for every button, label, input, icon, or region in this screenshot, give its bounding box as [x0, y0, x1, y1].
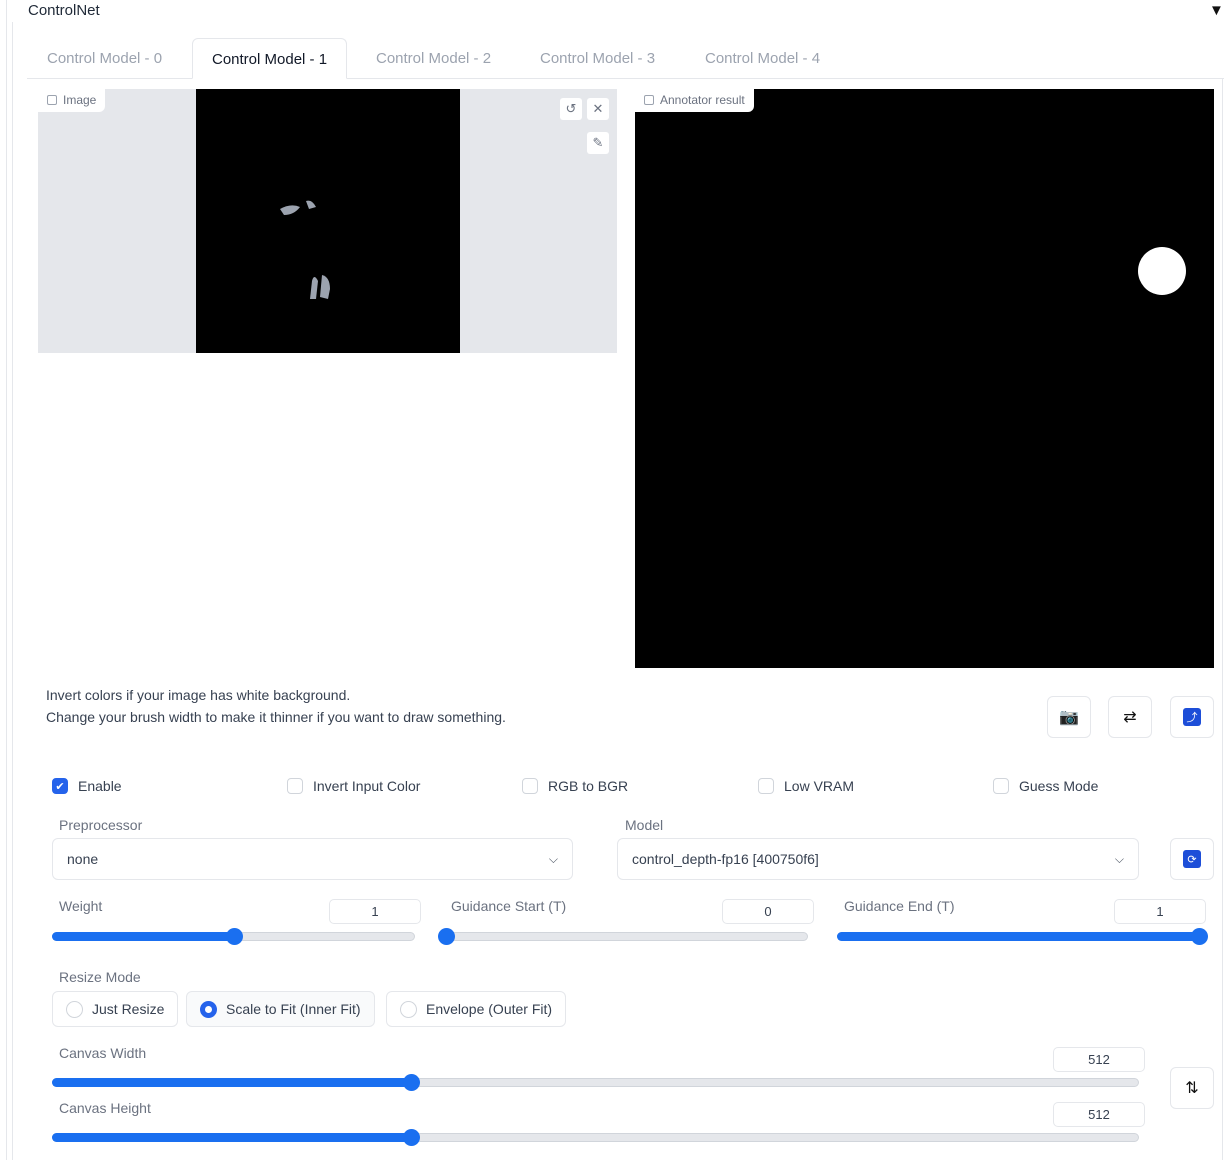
swap-icon: ⇄	[1123, 709, 1137, 726]
slider-thumb[interactable]	[403, 1129, 421, 1146]
checkbox-box	[993, 778, 1009, 794]
preprocessor-select[interactable]: none ⌵	[52, 838, 573, 880]
weight-slider[interactable]	[52, 928, 415, 945]
slider-fill	[837, 932, 1200, 941]
guidance-start-number-input[interactable]: 0	[722, 899, 814, 924]
radio-dot	[400, 1000, 417, 1018]
radio-dot	[66, 1000, 83, 1018]
canvas-height-slider[interactable]	[52, 1129, 1139, 1146]
camera-icon: 📷	[1059, 709, 1079, 726]
tab-control-model-1[interactable]: Control Model - 1	[192, 38, 348, 79]
slider-fill	[52, 932, 235, 941]
preprocessor-value: none	[67, 851, 99, 867]
tab-control-model-0[interactable]: Control Model - 0	[28, 38, 181, 79]
undo-icon[interactable]: ↺	[560, 98, 582, 120]
slider-thumb[interactable]	[438, 928, 455, 945]
canvas-width-slider[interactable]	[52, 1074, 1139, 1091]
weight-number-input[interactable]: 1	[329, 899, 421, 924]
mask-strokes	[280, 200, 330, 299]
preprocessor-label: Preprocessor	[59, 817, 143, 833]
slider-fill	[52, 1078, 413, 1087]
invert-input-color-checkbox[interactable]: Invert Input Color	[287, 778, 420, 794]
swap-dimensions-button[interactable]: ⇅	[1170, 1067, 1214, 1109]
slider-thumb[interactable]	[225, 928, 243, 945]
tab-control-model-3[interactable]: Control Model - 3	[521, 38, 674, 79]
annotator-label-text: Annotator result	[660, 93, 745, 107]
radio-envelope[interactable]: Envelope (Outer Fit)	[386, 991, 567, 1027]
chevron-down-icon: ⌵	[1114, 851, 1124, 866]
image-icon	[644, 95, 654, 105]
outer-border	[6, 0, 7, 1160]
brush-icon[interactable]: ✎	[587, 132, 609, 154]
annotator-circle	[1138, 247, 1186, 295]
model-value: control_depth-fp16 [400750f6]	[632, 851, 819, 867]
guidance-start-slider[interactable]	[438, 928, 808, 945]
guidance-end-slider[interactable]	[837, 928, 1208, 945]
close-icon[interactable]: ✕	[587, 98, 609, 120]
image-icon	[47, 95, 57, 105]
canvas-width-number-input[interactable]: 512	[1053, 1047, 1145, 1072]
hint-invert: Invert colors if your image has white ba…	[46, 687, 351, 703]
canvas-width-label: Canvas Width	[59, 1045, 147, 1061]
tab-panel-border	[1222, 78, 1223, 1160]
guess-mode-label: Guess Mode	[1019, 778, 1099, 794]
enable-label: Enable	[78, 778, 122, 794]
radio-dot	[200, 1000, 217, 1018]
image-label: Image	[38, 89, 106, 112]
slider-thumb[interactable]	[1191, 928, 1208, 945]
enable-checkbox[interactable]: ✔ Enable	[52, 778, 122, 794]
guess-mode-checkbox[interactable]: Guess Mode	[993, 778, 1098, 794]
guidance-end-label: Guidance End (T)	[844, 898, 955, 914]
model-select[interactable]: control_depth-fp16 [400750f6] ⌵	[617, 838, 1139, 880]
slider-thumb[interactable]	[403, 1074, 421, 1091]
radio-label: Just Resize	[92, 1001, 165, 1017]
slider-fill	[52, 1133, 413, 1142]
triangle-down-icon[interactable]: ▼	[1209, 2, 1224, 19]
tab-control-model-4[interactable]: Control Model - 4	[686, 38, 839, 79]
hint-brush: Change your brush width to make it thinn…	[46, 709, 506, 725]
image-label-text: Image	[63, 93, 97, 107]
check-icon: ✔	[52, 778, 68, 794]
radio-scale-to-fit[interactable]: Scale to Fit (Inner Fit)	[186, 991, 375, 1027]
radio-just-resize[interactable]: Just Resize	[52, 991, 179, 1027]
image-preview[interactable]	[196, 89, 460, 353]
low-vram-label: Low VRAM	[784, 778, 855, 794]
radio-label: Envelope (Outer Fit)	[426, 1001, 553, 1017]
tab-control-model-2[interactable]: Control Model - 2	[357, 38, 510, 79]
camera-button[interactable]: 📷	[1047, 696, 1091, 738]
model-label: Model	[625, 817, 664, 833]
refresh-models-button[interactable]: ⟳	[1170, 838, 1214, 880]
invert-label: Invert Input Color	[313, 778, 421, 794]
radio-label: Scale to Fit (Inner Fit)	[226, 1001, 361, 1017]
canvas-height-number-input[interactable]: 512	[1053, 1102, 1145, 1127]
swap-vertical-icon: ⇅	[1185, 1080, 1199, 1097]
section-title: ControlNet	[28, 2, 100, 19]
chevron-down-icon: ⌵	[548, 851, 558, 866]
upload-button[interactable]: ⤴	[1170, 696, 1214, 738]
checkbox-box	[758, 778, 774, 794]
swap-button[interactable]: ⇄	[1108, 696, 1152, 738]
annotator-result-image	[635, 89, 1214, 668]
inner-border	[12, 22, 13, 1160]
guidance-end-number-input[interactable]: 1	[1114, 899, 1206, 924]
rgb-to-bgr-checkbox[interactable]: RGB to BGR	[522, 778, 628, 794]
rgb-label: RGB to BGR	[548, 778, 629, 794]
annotator-label: Annotator result	[635, 89, 754, 112]
upload-icon: ⤴	[1183, 708, 1201, 726]
checkbox-box	[287, 778, 303, 794]
resize-mode-label: Resize Mode	[59, 969, 141, 985]
canvas-height-label: Canvas Height	[59, 1100, 151, 1116]
refresh-icon: ⟳	[1183, 850, 1201, 868]
guidance-start-label: Guidance Start (T)	[451, 898, 567, 914]
low-vram-checkbox[interactable]: Low VRAM	[758, 778, 854, 794]
weight-label: Weight	[59, 898, 103, 914]
checkbox-box	[522, 778, 538, 794]
